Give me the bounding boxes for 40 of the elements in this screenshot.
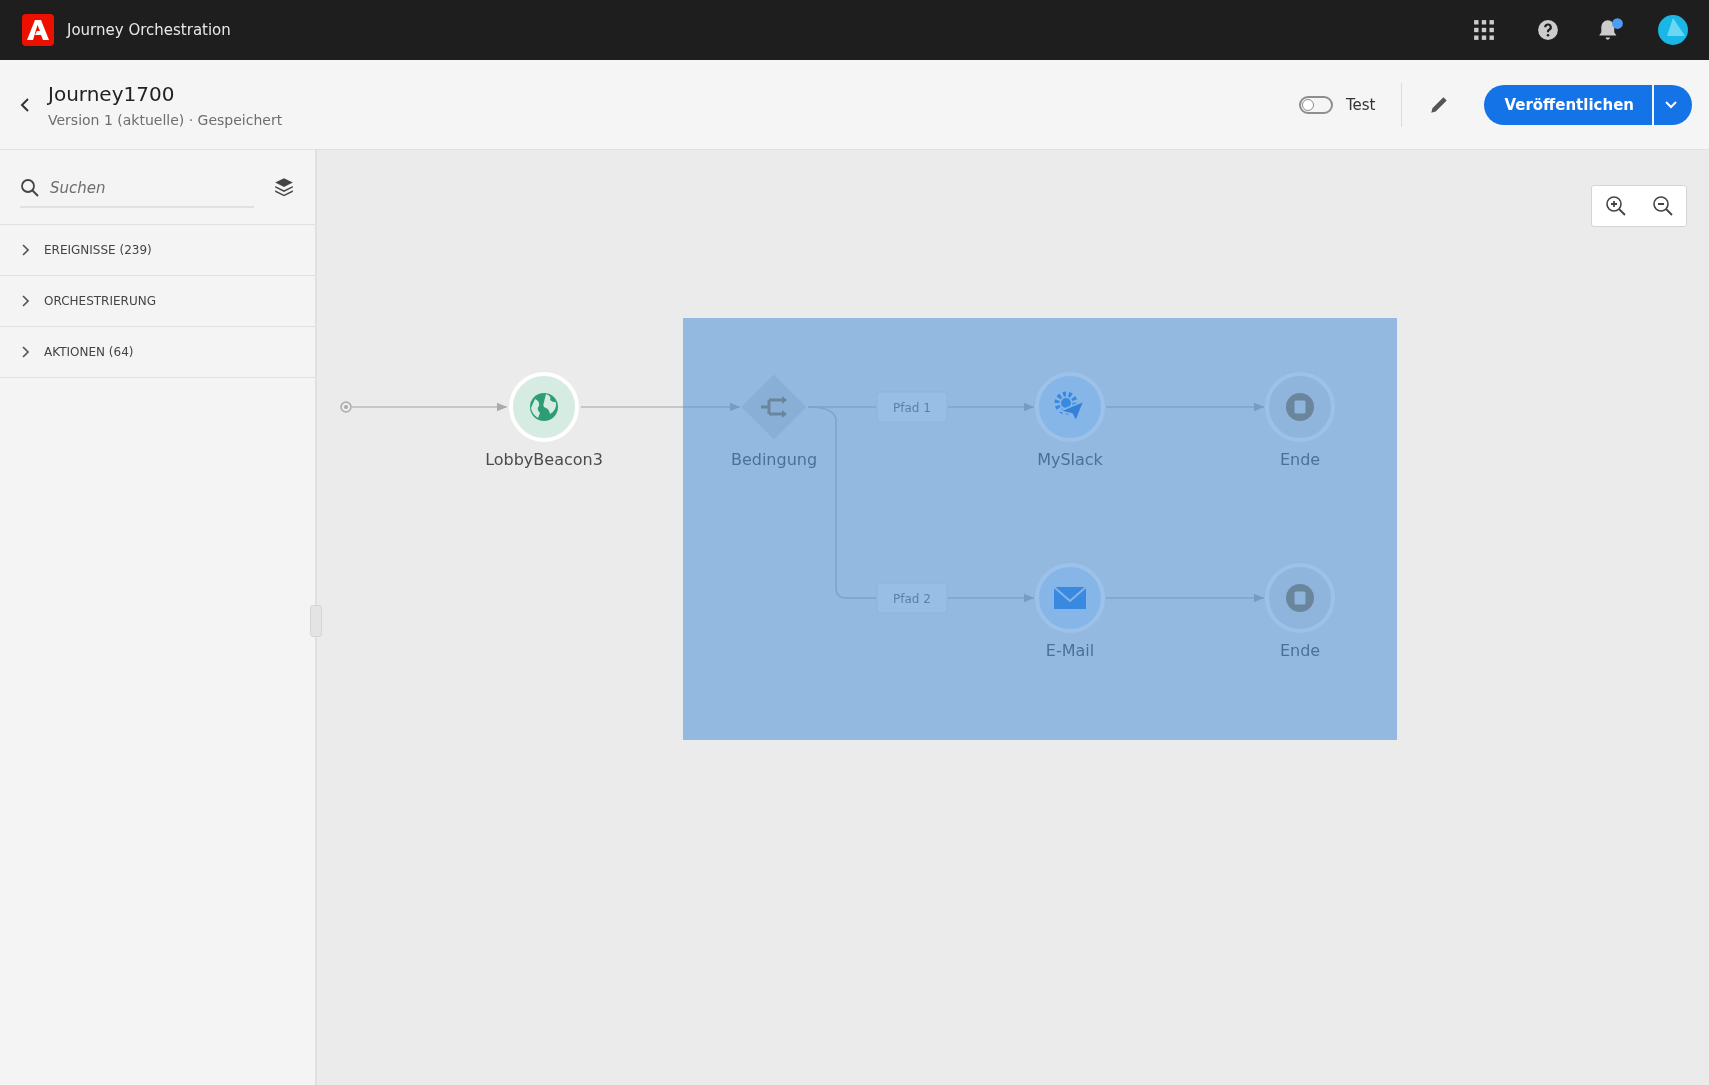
chevron-icon [21, 295, 29, 307]
app-name: Journey Orchestration [67, 21, 231, 39]
end-node[interactable] [1265, 563, 1335, 633]
chevron-icon [21, 346, 29, 358]
sidebar-category[interactable]: EREIGNISSE (239) [0, 225, 315, 276]
start-point [340, 401, 352, 413]
layers-icon[interactable] [273, 176, 295, 198]
zoom-out-icon[interactable] [1651, 195, 1674, 217]
sidebar-category[interactable]: ORCHESTRIERUNG [0, 276, 315, 327]
notification-bell-icon[interactable] [1597, 17, 1625, 43]
test-label: Test [1345, 95, 1376, 114]
zoom-in-icon[interactable] [1604, 195, 1627, 217]
path-label: Pfad 2 [893, 592, 931, 606]
publish-button[interactable]: Veröffentlichen [1484, 84, 1652, 125]
sidebar-category[interactable]: AKTIONEN (64) [0, 327, 315, 378]
envelope-node[interactable] [1035, 563, 1105, 633]
end-node[interactable] [1265, 372, 1335, 442]
node-label: Ende [1279, 641, 1321, 660]
publish-dropdown-button[interactable] [1652, 84, 1692, 125]
path-label: Pfad 1 [893, 401, 931, 415]
journey-status: Version 1 (aktuelle) · Gespeichert [48, 111, 283, 128]
gear-plane-node[interactable] [1035, 372, 1105, 442]
node-label: E-Mail [1045, 641, 1095, 660]
adobe-logo-icon [22, 14, 54, 46]
globe-node[interactable] [509, 372, 579, 442]
avatar-icon[interactable] [1657, 14, 1689, 46]
back-chevron-icon[interactable] [20, 96, 30, 113]
node-label: MySlack [1037, 450, 1103, 469]
journey-title: Journey1700 [48, 81, 176, 106]
apps-grid-icon[interactable] [1473, 19, 1495, 41]
chevron-icon [21, 244, 29, 256]
chevron-down-icon [1664, 99, 1678, 110]
search-field[interactable]: Suchen [48, 178, 242, 198]
node-label: Ende [1279, 450, 1321, 469]
node-label: LobbyBeacon3 [485, 450, 603, 469]
node-label: Bedingung [730, 450, 818, 469]
help-icon[interactable] [1537, 19, 1559, 41]
resize-handle[interactable] [310, 605, 322, 637]
test-toggle[interactable] [1298, 95, 1333, 114]
search-icon [20, 178, 40, 198]
